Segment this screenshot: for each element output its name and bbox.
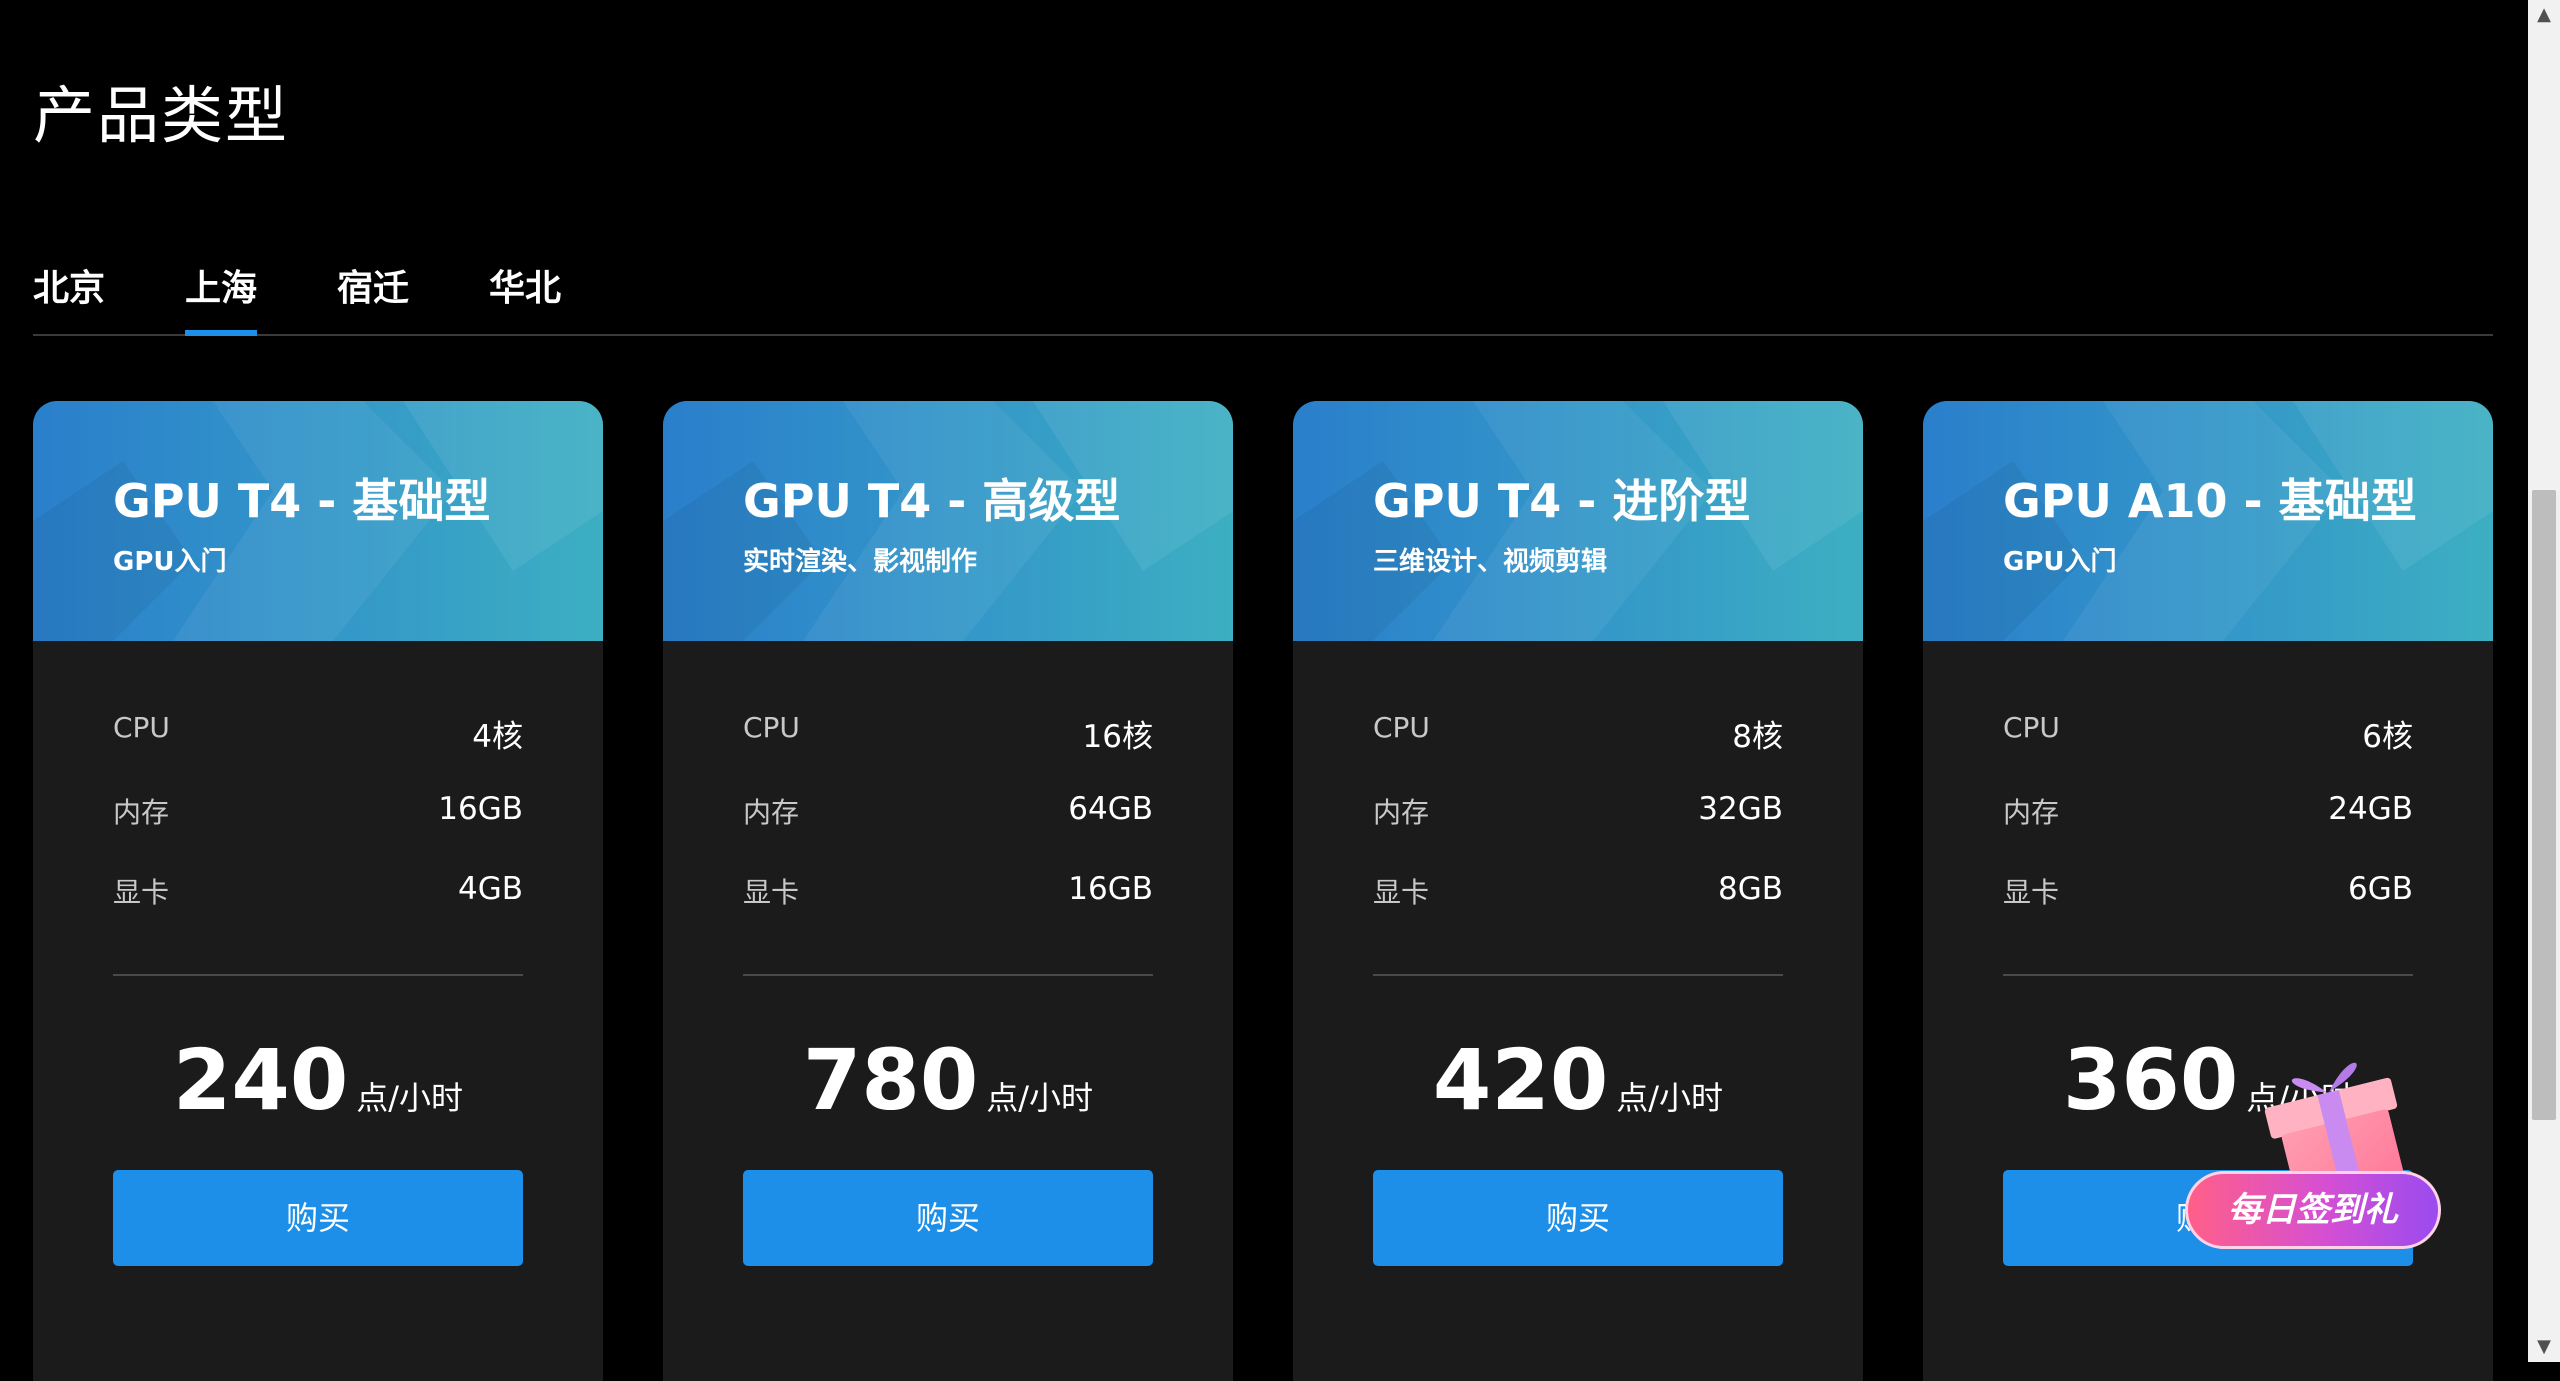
spec-row-gpu: 显卡 4GB: [113, 871, 523, 911]
card-title: GPU T4 - 高级型: [743, 474, 1121, 528]
spec-value: 8核: [1732, 719, 1783, 755]
spec-value: 16GB: [1068, 871, 1153, 907]
buy-button[interactable]: 购买: [743, 1170, 1153, 1266]
card-subtitle: 三维设计、视频剪辑: [1373, 547, 1608, 577]
spec-label: CPU: [2003, 711, 2060, 744]
spec-value: 64GB: [1068, 791, 1153, 827]
price: 240 点/小时: [33, 1031, 603, 1129]
card-subtitle: 实时渲染、影视制作: [743, 547, 978, 577]
card-header: GPU T4 - 基础型 GPU入门: [33, 401, 603, 641]
spec-label: 内存: [1373, 796, 1430, 829]
region-tabs: 北京 上海 宿迁 华北: [33, 262, 2493, 336]
spec-label: 内存: [2003, 796, 2060, 829]
divider: [1373, 974, 1783, 976]
card-header: GPU T4 - 进阶型 三维设计、视频剪辑: [1293, 401, 1863, 641]
scroll-up-arrow-icon[interactable]: ▲: [2528, 0, 2560, 30]
spec-value: 6核: [2362, 719, 2413, 755]
price-value: 240: [172, 1031, 349, 1129]
spec-label: CPU: [743, 711, 800, 744]
price-unit: 点/小时: [986, 1079, 1094, 1117]
scroll-down-arrow-icon[interactable]: ▼: [2528, 1332, 2560, 1362]
spec-row-cpu: CPU 4核: [113, 711, 523, 755]
divider: [2003, 974, 2413, 976]
spec-row-memory: 内存 32GB: [1373, 791, 1783, 831]
spec-row-gpu: 显卡 16GB: [743, 871, 1153, 911]
spec-label: CPU: [1373, 711, 1430, 744]
spec-row-gpu: 显卡 8GB: [1373, 871, 1783, 911]
daily-checkin-widget[interactable]: 每日签到礼: [2185, 1045, 2445, 1255]
spec-row-memory: 内存 24GB: [2003, 791, 2413, 831]
card-subtitle: GPU入门: [2003, 547, 2117, 577]
spec-row-memory: 内存 64GB: [743, 791, 1153, 831]
price-unit: 点/小时: [1616, 1079, 1724, 1117]
tab-shanghai[interactable]: 上海: [185, 262, 258, 336]
spec-label: 显卡: [2003, 876, 2060, 909]
spec-value: 4核: [472, 719, 523, 755]
spec-row-gpu: 显卡 6GB: [2003, 871, 2413, 911]
spec-label: 内存: [113, 796, 170, 829]
card-title: GPU T4 - 基础型: [113, 474, 491, 528]
card-header: GPU T4 - 高级型 实时渲染、影视制作: [663, 401, 1233, 641]
spec-value: 32GB: [1698, 791, 1783, 827]
spec-row-cpu: CPU 8核: [1373, 711, 1783, 755]
scrollbar[interactable]: ▲ ▼: [2528, 0, 2560, 1362]
spec-row-cpu: CPU 6核: [2003, 711, 2413, 755]
tab-beijing[interactable]: 北京: [33, 262, 105, 334]
price: 780 点/小时: [663, 1031, 1233, 1129]
spec-label: CPU: [113, 711, 170, 744]
spec-row-cpu: CPU 16核: [743, 711, 1153, 755]
divider: [113, 974, 523, 976]
price-value: 420: [1432, 1031, 1609, 1129]
spec-value: 8GB: [1717, 871, 1783, 907]
page-title: 产品类型: [33, 79, 290, 152]
spec-value: 6GB: [2347, 871, 2413, 907]
spec-label: 显卡: [113, 876, 170, 909]
buy-button[interactable]: 购买: [113, 1170, 523, 1266]
divider: [743, 974, 1153, 976]
tab-suqian[interactable]: 宿迁: [337, 262, 409, 334]
spec-label: 内存: [743, 796, 800, 829]
spec-value: 24GB: [2328, 791, 2413, 827]
price-value: 780: [802, 1031, 979, 1129]
spec-label: 显卡: [1373, 876, 1430, 909]
buy-button[interactable]: 购买: [1373, 1170, 1783, 1266]
product-card: GPU T4 - 进阶型 三维设计、视频剪辑 CPU 8核 内存 32GB 显卡…: [1293, 401, 1863, 1381]
scrollbar-thumb[interactable]: [2532, 490, 2556, 1120]
price: 420 点/小时: [1293, 1031, 1863, 1129]
spec-row-memory: 内存 16GB: [113, 791, 523, 831]
card-header: GPU A10 - 基础型 GPU入门: [1923, 401, 2493, 641]
price-unit: 点/小时: [356, 1079, 464, 1117]
card-subtitle: GPU入门: [113, 547, 227, 577]
product-card: GPU T4 - 基础型 GPU入门 CPU 4核 内存 16GB 显卡 4GB…: [33, 401, 603, 1381]
spec-value: 4GB: [457, 871, 523, 907]
tab-huabei[interactable]: 华北: [489, 262, 561, 334]
card-title: GPU T4 - 进阶型: [1373, 474, 1751, 528]
spec-value: 16GB: [438, 791, 523, 827]
product-card: GPU T4 - 高级型 实时渲染、影视制作 CPU 16核 内存 64GB 显…: [663, 401, 1233, 1381]
spec-value: 16核: [1082, 719, 1153, 755]
card-title: GPU A10 - 基础型: [2003, 474, 2417, 528]
spec-label: 显卡: [743, 876, 800, 909]
daily-checkin-label: 每日签到礼: [2185, 1171, 2441, 1249]
